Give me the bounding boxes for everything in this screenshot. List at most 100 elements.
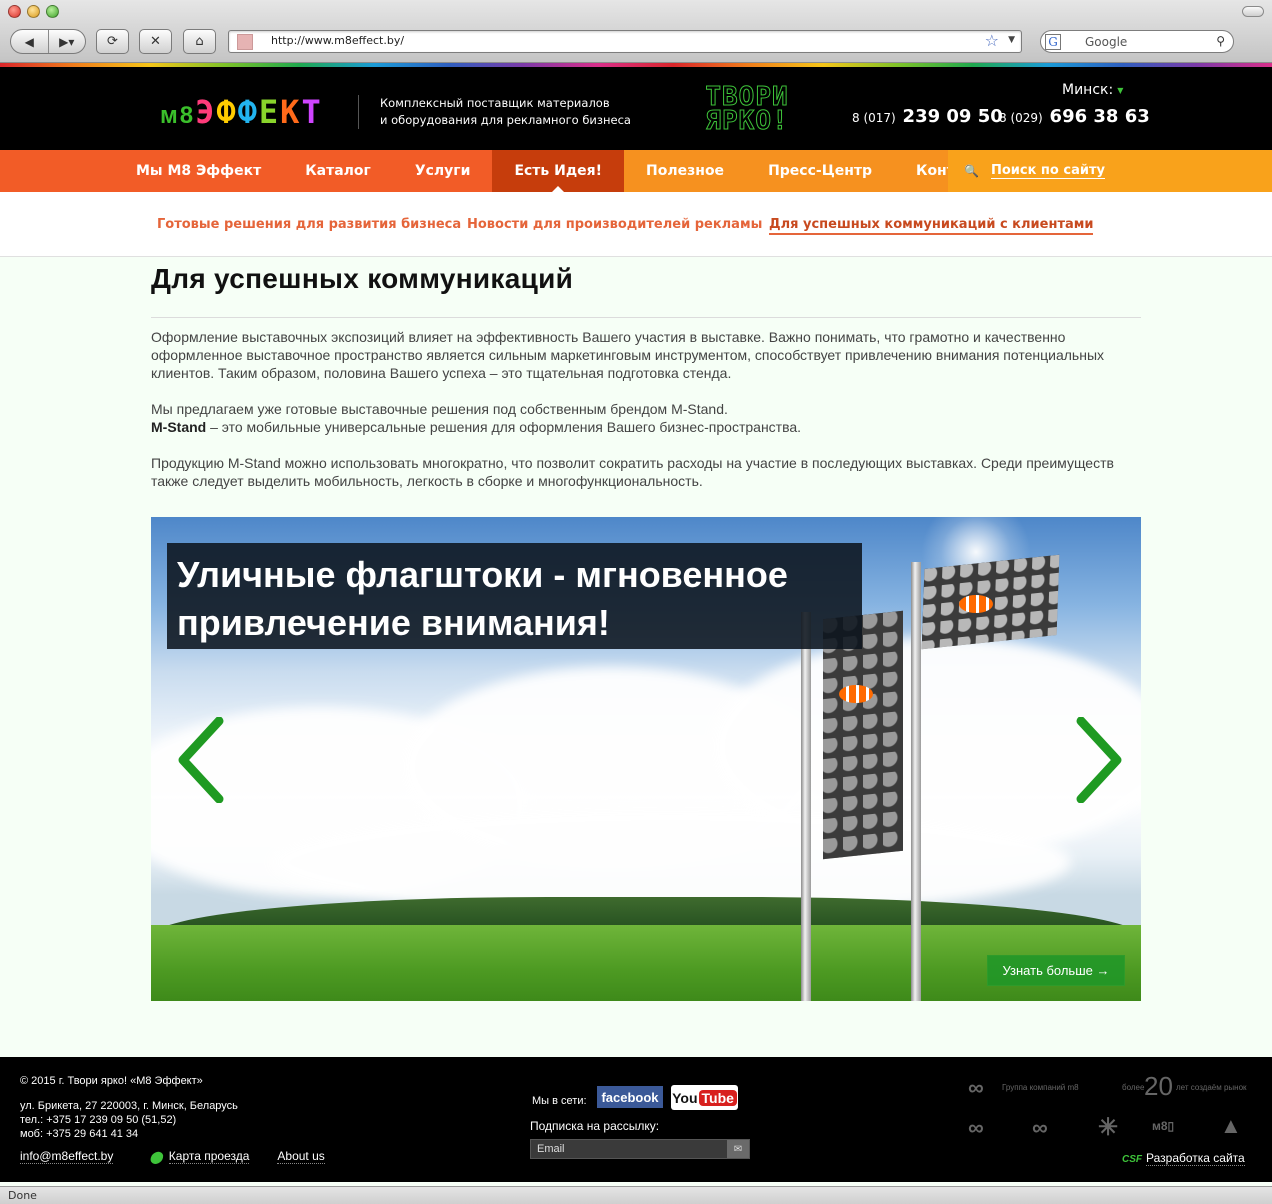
stop-icon[interactable]: ✕ xyxy=(139,29,172,54)
web-page: м8ЭФФЕКТ Комплексный поставщик материало… xyxy=(0,63,1272,1186)
menu-item-press[interactable]: Пресс-Центр xyxy=(746,150,894,192)
partner-logo-asterisk-icon[interactable]: ✳ xyxy=(1098,1113,1118,1142)
flagpole xyxy=(801,612,811,1001)
logo-prefix: м8 xyxy=(160,102,196,129)
menu-item-services[interactable]: Услуги xyxy=(393,150,493,192)
submenu-item-solutions[interactable]: Готовые решения для развития бизнеса xyxy=(157,217,461,232)
browser-search-placeholder: Google xyxy=(1085,35,1128,49)
youtube-you: You xyxy=(672,1089,698,1106)
google-icon[interactable]: G xyxy=(1045,34,1061,50)
social-label: Мы в сети: xyxy=(532,1095,587,1107)
about-link[interactable]: About us xyxy=(277,1149,325,1164)
tel-line: тел.: +375 17 239 09 50 (51,52) xyxy=(20,1114,177,1126)
map-link[interactable]: Карта проезда xyxy=(168,1149,250,1164)
envelope-icon[interactable]: ✉ xyxy=(727,1140,749,1158)
developer-credit[interactable]: CSF Разработка сайта xyxy=(1122,1151,1245,1166)
youtube-link[interactable]: You Tube xyxy=(671,1085,738,1110)
brand-bold: M-Stand xyxy=(151,419,207,435)
site-logo[interactable]: м8ЭФФЕКТ xyxy=(160,93,323,131)
browser-search-bar[interactable]: G Google ⚲ xyxy=(1040,30,1234,53)
window-controls xyxy=(8,5,59,18)
logo-letter: Т xyxy=(301,93,323,131)
bookmark-star-icon[interactable]: ☆ xyxy=(985,31,999,50)
page-title: Для успешных коммуникаций xyxy=(151,263,574,294)
zoom-window-button[interactable] xyxy=(46,5,59,18)
submenu-item-communications[interactable]: Для успешных коммуникаций с клиентами xyxy=(769,217,1094,235)
title-divider xyxy=(151,317,1141,318)
status-text: Done xyxy=(8,1189,37,1202)
favicon-icon xyxy=(237,34,253,50)
anniversary-number: 20 xyxy=(1144,1071,1173,1101)
search-icon[interactable]: ⚲ xyxy=(1216,34,1225,48)
menu-item-useful[interactable]: Полезное xyxy=(624,150,747,192)
logo-letter: Ф xyxy=(237,93,259,131)
city-label: Минск: xyxy=(1062,82,1114,98)
youtube-tube: Tube xyxy=(698,1089,737,1106)
email-placeholder: Email xyxy=(537,1143,565,1155)
flagpole xyxy=(911,562,921,1001)
phone-number: 696 38 63 xyxy=(1049,106,1150,127)
menu-item-idea[interactable]: Есть Идея! xyxy=(492,150,625,192)
m8-group-logo[interactable]: ∞ xyxy=(968,1075,984,1101)
address-bar[interactable]: http://www.m8effect.by/ ☆ ▼ xyxy=(228,30,1022,53)
partner-logo-city[interactable]: м8▯ xyxy=(1152,1119,1174,1133)
reload-icon[interactable]: ⟳ xyxy=(96,29,129,54)
toolbar-toggle-button[interactable] xyxy=(1242,6,1264,17)
city-selector[interactable]: Минск: ▼ xyxy=(1062,82,1123,98)
phone-code: 8 (017) xyxy=(852,111,896,125)
minimize-window-button[interactable] xyxy=(27,5,40,18)
paragraph-2: Мы предлагаем уже готовые выставочные ре… xyxy=(151,400,1141,436)
hero-slider: Уличные флагштоки - мгновенное привлечен… xyxy=(151,517,1141,1001)
partner-logo-2[interactable]: ∞ xyxy=(1032,1115,1048,1141)
site-search-label[interactable]: Поиск по сайту xyxy=(990,163,1105,179)
tagline-line: и оборудования для рекламного бизнеса xyxy=(380,113,631,127)
email-link[interactable]: info@m8effect.by xyxy=(20,1149,114,1164)
mob-line: моб: +375 29 641 41 34 xyxy=(20,1128,139,1140)
developer-brand: CSF xyxy=(1122,1154,1142,1165)
contact-address: ул. Брикета, 27 220003, г. Минск, Белару… xyxy=(20,1099,238,1141)
partner-logo-triangle-icon[interactable]: ▲ xyxy=(1220,1113,1242,1139)
slide-title-line: привлечение внимания! xyxy=(177,602,610,643)
close-window-button[interactable] xyxy=(8,5,21,18)
learn-more-button[interactable]: Узнать больше → xyxy=(987,955,1125,986)
facebook-link[interactable]: facebook xyxy=(597,1086,663,1108)
url-dropdown-icon[interactable]: ▼ xyxy=(1008,35,1015,45)
prev-slide-icon[interactable] xyxy=(175,717,225,803)
browser-chrome: ◀ ▶▾ ⟳ ✕ ⌂ http://www.m8effect.by/ ☆ ▼ G… xyxy=(0,0,1272,63)
home-icon[interactable]: ⌂ xyxy=(183,29,216,54)
subscribe-email-field[interactable]: Email ✉ xyxy=(530,1139,750,1159)
subscribe-label: Подписка на рассылку: xyxy=(530,1119,660,1133)
paragraph-2-line: Мы предлагаем уже готовые выставочные ре… xyxy=(151,401,728,417)
clownfish xyxy=(959,595,993,613)
menu-item-about[interactable]: Мы М8 Эффект xyxy=(114,150,283,192)
header-divider xyxy=(358,95,359,129)
group-text: Группа компаний m8 xyxy=(1002,1083,1079,1092)
developer-link[interactable]: Разработка сайта xyxy=(1146,1151,1245,1166)
logo-letter: Э xyxy=(195,93,217,131)
partner-logo-1[interactable]: ∞ xyxy=(968,1115,984,1141)
site-search[interactable]: 🔍 Поиск по сайту xyxy=(948,150,1272,192)
menu-item-catalog[interactable]: Каталог xyxy=(283,150,393,192)
logo-letter: Е xyxy=(258,93,281,131)
phone-mobile[interactable]: 8 (029) 696 38 63 xyxy=(999,106,1150,127)
slogan-line: ЯРКО! xyxy=(705,106,789,136)
copyright: © 2015 г. Твори ярко! «М8 Эффект» xyxy=(20,1075,203,1087)
anniversary-post: лет создаём рынок xyxy=(1176,1083,1247,1092)
paragraph-1: Оформление выставочных экспозиций влияет… xyxy=(151,329,1105,381)
slide-title-line: Уличные флагштоки - мгновенное xyxy=(177,554,788,595)
address-line: ул. Брикета, 27 220003, г. Минск, Белару… xyxy=(20,1100,238,1112)
forward-icon[interactable]: ▶▾ xyxy=(49,30,86,53)
next-slide-icon[interactable] xyxy=(1075,717,1125,803)
submenu-item-news[interactable]: Новости для производителей рекламы xyxy=(467,217,762,232)
site-footer: © 2015 г. Твори ярко! «М8 Эффект» ул. Бр… xyxy=(0,1057,1272,1182)
paragraph-2-rest: – это мобильные универсальные решения дл… xyxy=(206,419,802,435)
url-text[interactable]: http://www.m8effect.by/ xyxy=(271,34,404,47)
article: Для успешных коммуникаций Оформление выс… xyxy=(151,263,1141,490)
phone-city[interactable]: 8 (017) 239 09 50 xyxy=(852,106,1003,127)
map-pin-icon: ⬤ xyxy=(149,1149,163,1164)
phone-code: 8 (029) xyxy=(999,111,1043,125)
header-tagline: Комплексный поставщик материалов и обору… xyxy=(380,95,640,129)
chevron-down-icon: ▼ xyxy=(1117,85,1124,95)
back-icon[interactable]: ◀ xyxy=(11,30,49,53)
site-header: м8ЭФФЕКТ Комплексный поставщик материало… xyxy=(0,67,1272,150)
